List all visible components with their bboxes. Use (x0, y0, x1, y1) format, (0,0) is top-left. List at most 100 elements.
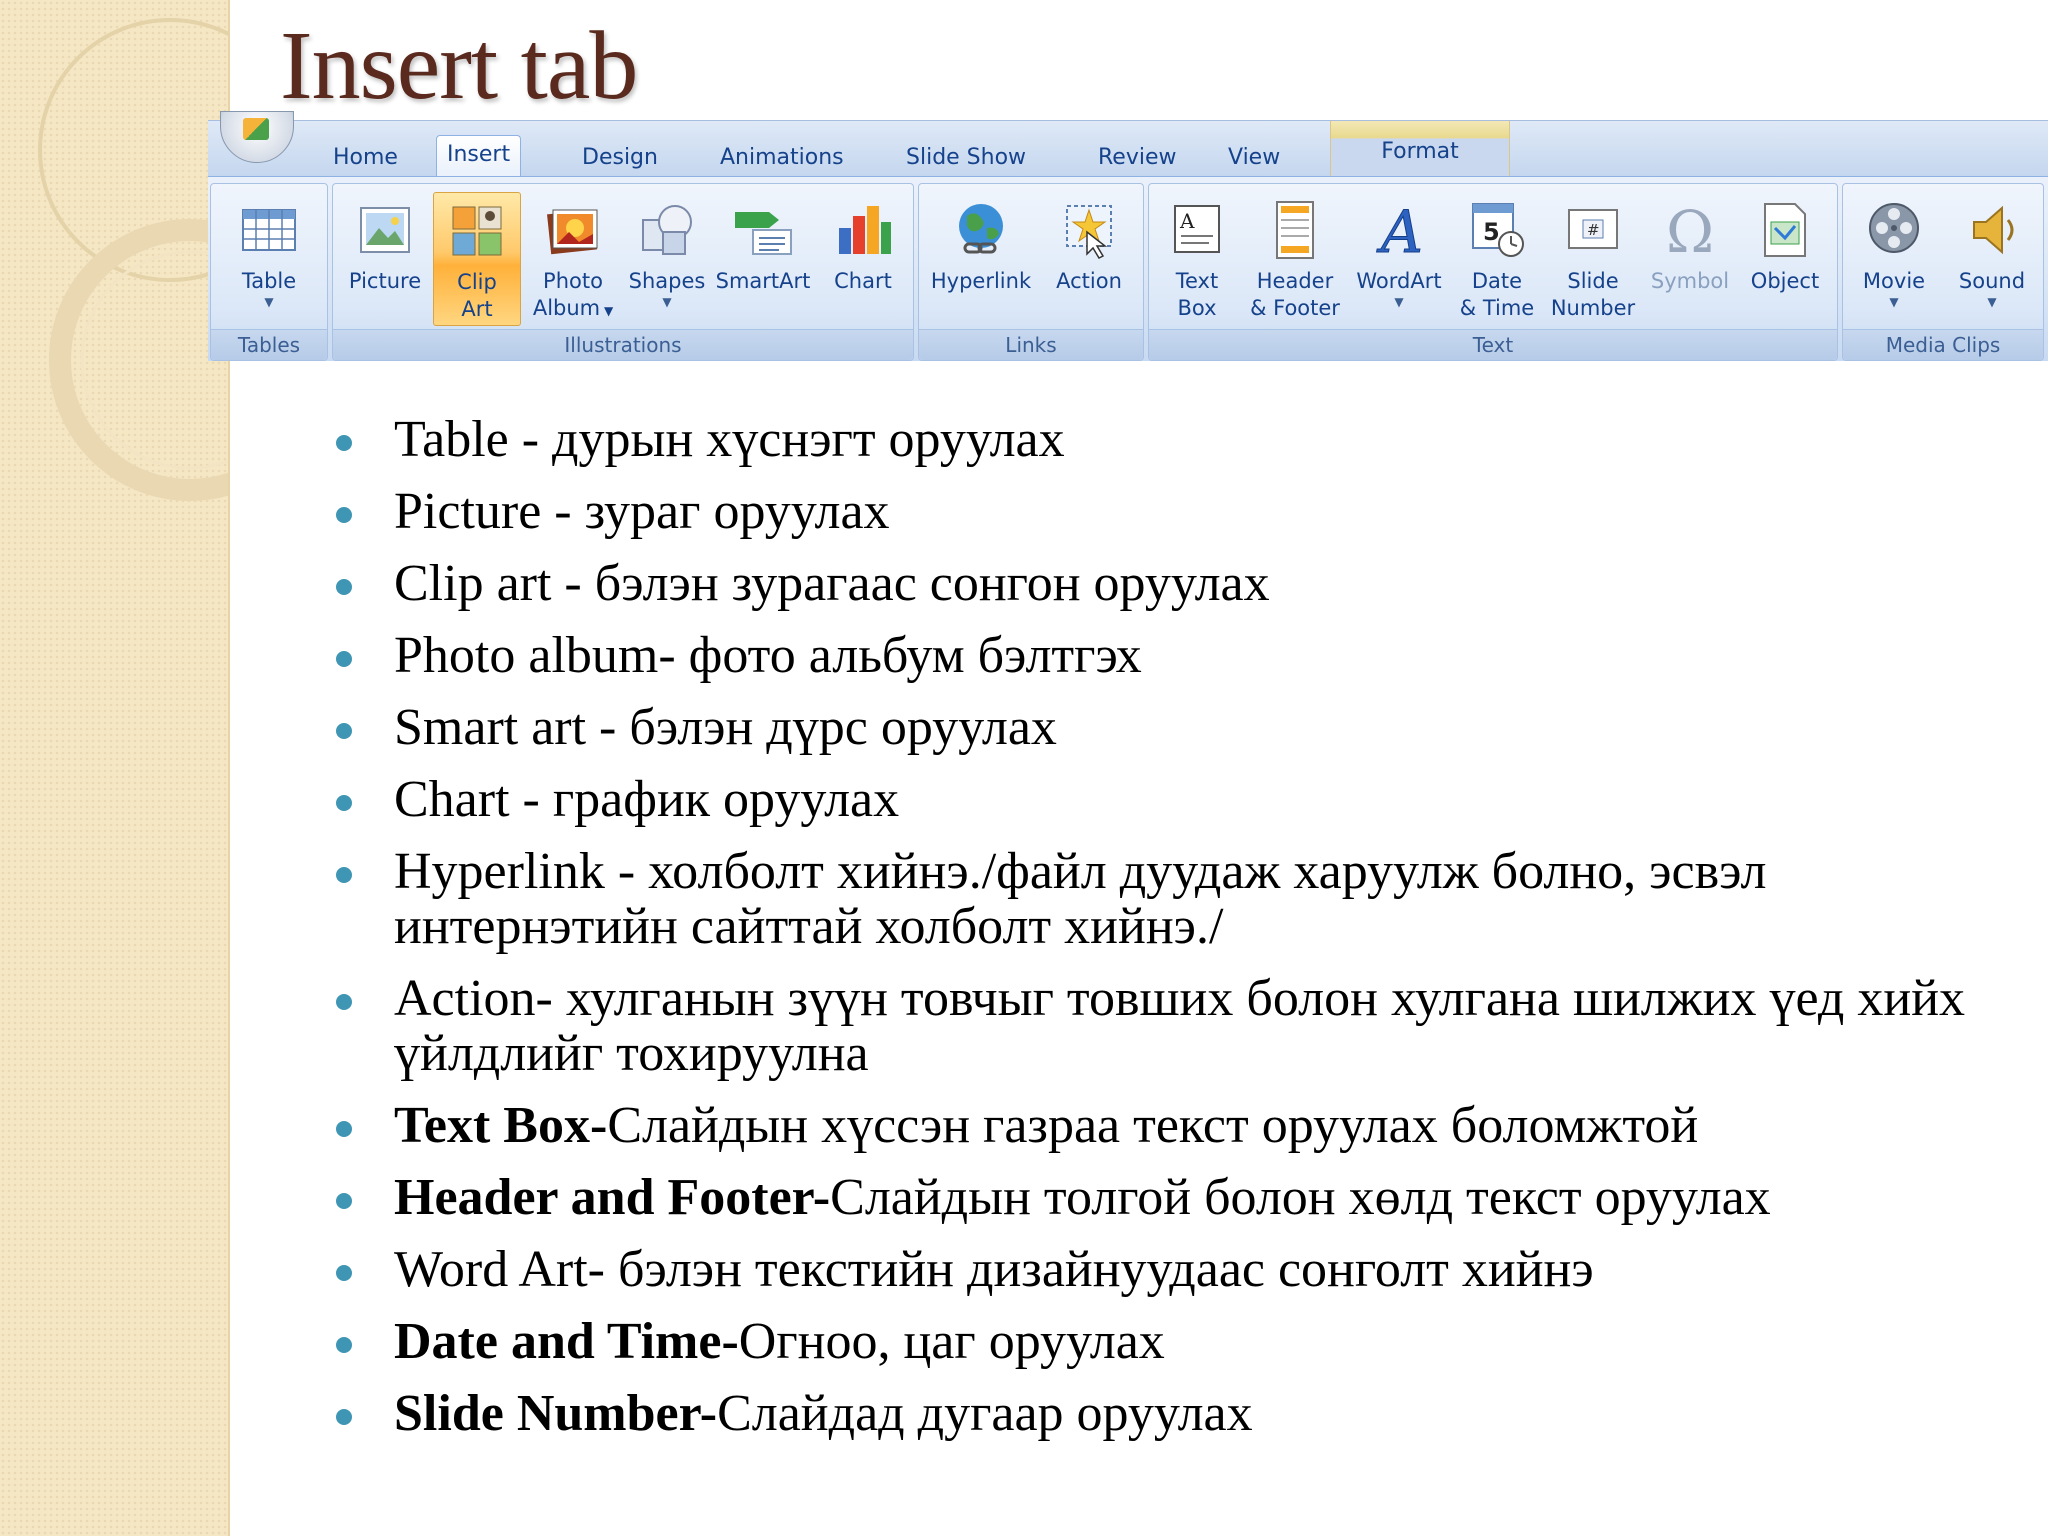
tab-insert[interactable]: Insert (436, 135, 522, 176)
bullet-dot-icon (336, 507, 352, 523)
bullet-item: Smart art - бэлэн дүрс оруулах (330, 700, 1990, 755)
slide-number-icon: # (1568, 209, 1618, 249)
movie-label: Movie (1862, 269, 1926, 293)
object-icon (1764, 203, 1806, 257)
bullet-text: Слайдад дугаар оруулах (717, 1385, 1253, 1442)
text-box-button[interactable]: A Text Box (1155, 192, 1239, 324)
bullet-text: Chart - график оруулах (394, 771, 900, 828)
svg-text:5: 5 (1483, 218, 1500, 246)
table-icon (242, 209, 296, 251)
date-time-icon: 5 (1472, 203, 1524, 257)
chevron-down-icon: ▼ (662, 295, 672, 309)
hyperlink-button[interactable]: Hyperlink (923, 192, 1039, 324)
movie-button[interactable]: Movie ▼ (1847, 192, 1941, 324)
bullet-item: Picture - зураг оруулах (330, 484, 1990, 539)
tab-review[interactable]: Review (1088, 139, 1187, 177)
bullet-item: Slide Number-Слайдад дугаар оруулах (330, 1386, 1990, 1441)
bullet-dot-icon (336, 1409, 352, 1425)
group-illustrations: Picture Clip Art Photo Album ▼ Shapes ▼ … (332, 183, 914, 361)
globe-icon (959, 204, 1003, 254)
sound-label: Sound (1958, 269, 2026, 293)
wordart-label: WordArt (1356, 269, 1442, 293)
bullet-text: Table - дурын хүснэгт оруулах (394, 411, 1065, 468)
shapes-button[interactable]: Shapes ▼ (625, 192, 709, 324)
bullet-bold-text: Header and Footer- (394, 1169, 831, 1226)
header-footer-button[interactable]: Header & Footer (1245, 192, 1345, 324)
bullet-text: Огноо, цаг оруулах (738, 1313, 1165, 1370)
chart-label: Chart (834, 269, 892, 293)
bullet-text: Picture - зураг оруулах (394, 483, 890, 540)
bullet-dot-icon (336, 1265, 352, 1281)
sound-button[interactable]: Sound ▼ (1945, 192, 2039, 324)
clip-art-label-2: Art (461, 297, 493, 321)
group-label-links: Links (919, 329, 1143, 360)
slide-number-button[interactable]: # Slide Number (1545, 192, 1641, 324)
clip-art-button[interactable]: Clip Art (433, 192, 521, 326)
object-button[interactable]: Object (1739, 192, 1831, 324)
clip-art-icon (452, 206, 502, 256)
bullet-text: Smart art - бэлэн дүрс оруулах (394, 699, 1057, 756)
bullet-bold-text: Text Box- (394, 1097, 608, 1154)
tab-design[interactable]: Design (572, 139, 668, 177)
group-text: A Text Box Header & Footer A WordArt ▼ 5… (1148, 183, 1838, 361)
bullet-dot-icon (336, 579, 352, 595)
tab-home[interactable]: Home (323, 139, 408, 177)
ribbon-body: Table ▼ Tables Picture Clip Art Photo Al… (208, 176, 2048, 361)
group-links: Hyperlink Action Links (918, 183, 1144, 361)
picture-icon (360, 207, 410, 253)
office-logo-icon (243, 118, 269, 140)
bullet-text: Word Art- бэлэн текстийн дизайнуудаас со… (394, 1241, 1594, 1298)
bullet-item: Date and Time-Огноо, цаг оруулах (330, 1314, 1990, 1369)
wordart-button[interactable]: A WordArt ▼ (1349, 192, 1449, 324)
tab-animations[interactable]: Animations (710, 139, 854, 177)
symbol-button[interactable]: Ω Symbol (1645, 192, 1735, 324)
svg-text:Ω: Ω (1666, 198, 1714, 262)
chevron-down-icon: ▼ (1394, 295, 1404, 309)
header-footer-label-2: & Footer (1250, 296, 1340, 320)
header-footer-label-1: Header (1256, 269, 1334, 293)
chevron-down-icon: ▼ (264, 295, 274, 309)
tab-slide-show[interactable]: Slide Show (896, 139, 1036, 177)
bullet-bold-text: Date and Time- (394, 1313, 739, 1370)
slide-title: Insert tab (280, 12, 638, 120)
wordart-icon: A (1376, 198, 1424, 262)
bullet-dot-icon (336, 1193, 352, 1209)
bullet-item: Header and Footer-Слайдын толгой болон х… (330, 1170, 1990, 1225)
date-time-button[interactable]: 5 Date & Time (1453, 192, 1541, 324)
bullet-dot-icon (336, 1337, 352, 1353)
group-media-clips: Movie ▼ Sound ▼ Media Clips (1842, 183, 2044, 361)
tab-format[interactable]: Format (1330, 121, 1510, 177)
bullet-text: Clip art - бэлэн зурагаас сонгон оруулах (394, 555, 1270, 612)
table-button[interactable]: Table ▼ (217, 192, 321, 324)
chart-button[interactable]: Chart (823, 192, 903, 324)
office-button[interactable] (220, 111, 294, 163)
text-box-label-1: Text (1175, 269, 1219, 293)
bullet-item: Clip art - бэлэн зурагаас сонгон оруулах (330, 556, 1990, 611)
header-footer-icon (1276, 201, 1314, 259)
bullet-item: Photo album- фото альбум бэлтгэх (330, 628, 1990, 683)
date-time-label-2: & Time (1459, 296, 1535, 320)
table-label: Table (241, 269, 297, 293)
shapes-icon (642, 205, 692, 255)
smartart-button[interactable]: SmartArt (713, 192, 813, 324)
speaker-icon (1973, 205, 2014, 255)
picture-button[interactable]: Picture (343, 192, 427, 324)
hyperlink-label: Hyperlink (930, 269, 1032, 293)
action-button[interactable]: Action (1043, 192, 1135, 324)
bullet-dot-icon (336, 651, 352, 667)
bullet-item: Word Art- бэлэн текстийн дизайнуудаас со… (330, 1242, 1990, 1297)
action-label: Action (1056, 269, 1122, 293)
photo-album-button[interactable]: Photo Album ▼ (527, 192, 619, 324)
film-reel-icon (1869, 203, 1919, 253)
group-label-media-clips: Media Clips (1843, 329, 2043, 360)
photo-album-icon (547, 209, 598, 255)
ribbon: Home Insert Design Animations Slide Show… (208, 111, 2048, 361)
bullet-text: Слайдын толгой болон хөлд текст оруулах (830, 1169, 1771, 1226)
bullet-dot-icon (336, 994, 352, 1010)
text-box-icon: A (1174, 205, 1220, 253)
photo-album-label-2: Album ▼ (527, 295, 619, 325)
shapes-label: Shapes (628, 269, 706, 293)
tab-view[interactable]: View (1218, 139, 1290, 177)
object-label: Object (1750, 269, 1820, 293)
bullet-dot-icon (336, 723, 352, 739)
